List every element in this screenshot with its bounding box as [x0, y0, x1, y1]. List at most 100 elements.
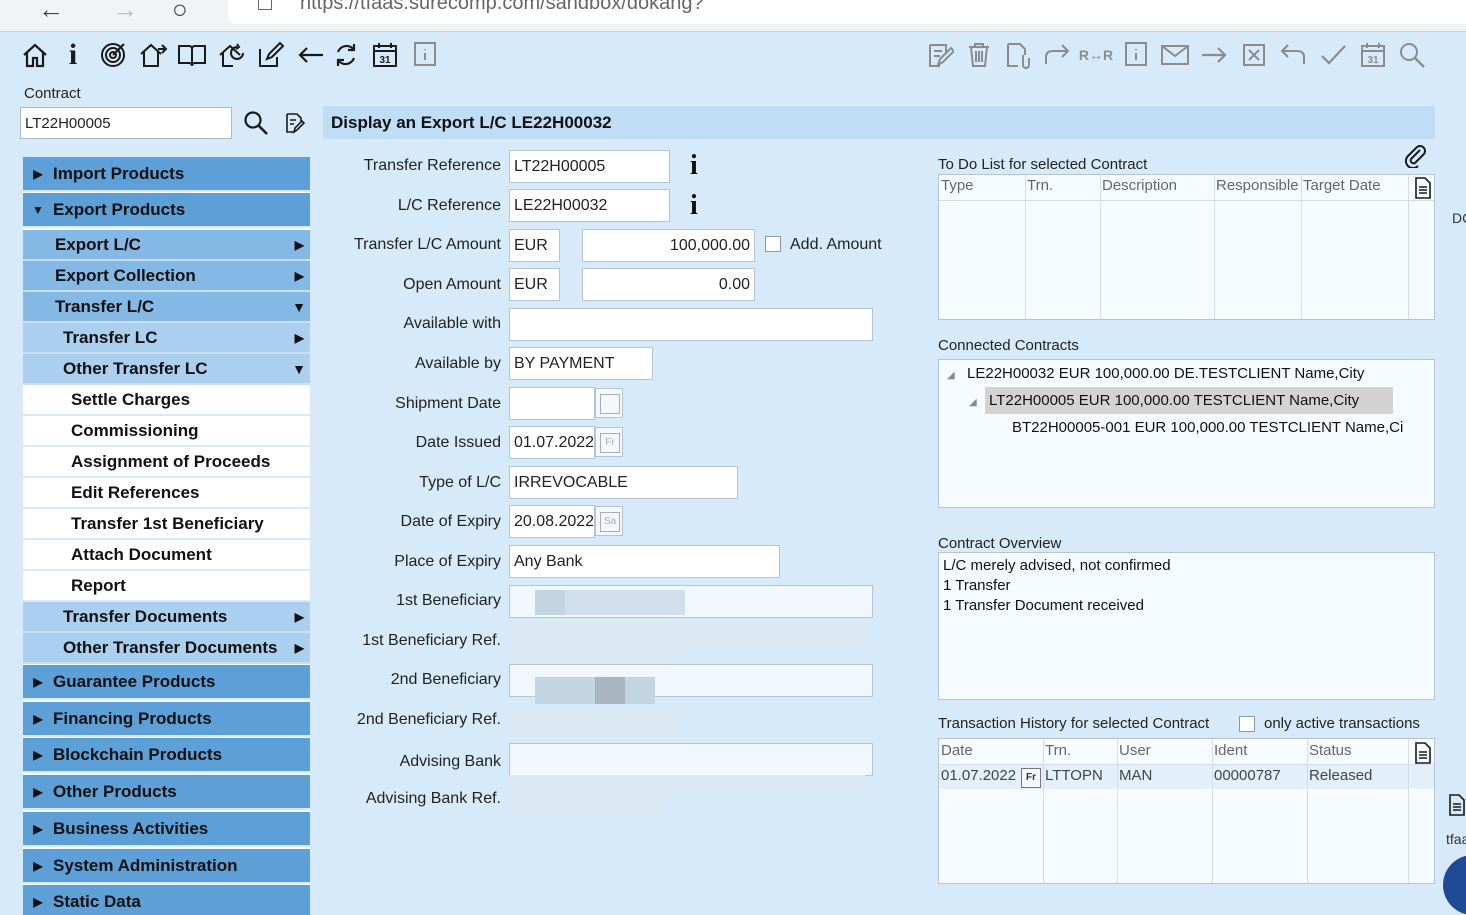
sidebar-item-edit-references[interactable]: Edit References [23, 478, 310, 509]
date-of-expiry-field[interactable]: 20.08.2022 [509, 505, 595, 538]
swap-icon[interactable]: R↔R [1079, 40, 1113, 70]
info-icon[interactable]: i [58, 38, 88, 71]
shipment-date-calendar-icon[interactable] [595, 388, 623, 418]
calendar-icon[interactable]: 31 [370, 40, 400, 70]
chat-bubble-icon[interactable] [1443, 855, 1466, 915]
contract-input[interactable] [20, 107, 232, 139]
back-arrow-icon[interactable]: ← [38, 0, 64, 25]
todo-col-type[interactable]: Type [941, 177, 974, 194]
forward-share-icon[interactable] [1042, 40, 1072, 70]
available-with-field[interactable] [509, 308, 873, 341]
paperclip-icon[interactable] [1402, 142, 1428, 170]
sidebar-item-transfer-lc-sub[interactable]: Transfer LC ▶ [23, 323, 310, 354]
table-row[interactable]: 01.07.2022 Fr LTTOPN MAN 00000787 Releas… [939, 765, 1434, 789]
document-edit-icon[interactable] [284, 112, 306, 134]
transfer-amount-field[interactable]: 100,000.00 [582, 229, 755, 262]
place-of-expiry-field[interactable]: Any Bank [509, 545, 780, 578]
info-box-icon[interactable] [410, 40, 440, 70]
sidebar-item-export-lc[interactable]: Export L/C ▶ [23, 230, 310, 261]
sidebar-item-export-products[interactable]: ▼ Export Products [23, 193, 310, 228]
sidebar-item-transfer-1st-beneficiary[interactable]: Transfer 1st Beneficiary [23, 509, 310, 540]
date-issued-field[interactable]: 01.07.2022 [509, 426, 595, 459]
history-col-ident[interactable]: Ident [1214, 742, 1247, 759]
sidebar-item-import-products[interactable]: ▶ Import Products [23, 157, 310, 192]
history-col-status[interactable]: Status [1309, 742, 1352, 759]
sidebar-item-blockchain-products[interactable]: ▶ Blockchain Products [23, 738, 310, 773]
history-col-date[interactable]: Date [941, 742, 973, 759]
sidebar-item-settle-charges[interactable]: Settle Charges [23, 385, 310, 416]
info-icon[interactable]: i [690, 190, 698, 222]
add-amount-checkbox[interactable] [765, 236, 781, 252]
available-by-field[interactable]: BY PAYMENT [509, 347, 653, 380]
tree-expand-icon[interactable]: ◢ [969, 397, 977, 408]
open-amount-field[interactable]: 0.00 [582, 268, 755, 301]
arrow-right-icon[interactable] [1199, 40, 1229, 70]
sidebar-item-commissioning[interactable]: Commissioning [23, 416, 310, 447]
history-col-trn[interactable]: Trn. [1045, 742, 1071, 759]
forward-arrow-icon[interactable]: → [112, 0, 138, 25]
search-icon[interactable] [243, 110, 269, 136]
sidebar-item-other-products[interactable]: ▶ Other Products [23, 775, 310, 810]
sidebar-item-report[interactable]: Report [23, 571, 310, 602]
advising-bank-field[interactable] [509, 743, 873, 776]
info-icon[interactable]: i [690, 150, 698, 182]
sidebar-item-financing-products[interactable]: ▶ Financing Products [23, 702, 310, 737]
only-active-checkbox[interactable] [1239, 716, 1255, 732]
lc-reference-field[interactable]: LE22H00032 [509, 189, 670, 222]
url-text[interactable]: https://tfaas.surecomp.com/sandbox/dokan… [300, 0, 704, 15]
house-refresh-icon[interactable] [217, 40, 247, 70]
document-icon[interactable] [1448, 794, 1466, 816]
date-issued-calendar-icon[interactable]: Fr [595, 427, 623, 457]
sidebar-item-system-administration[interactable]: ▶ System Administration [23, 849, 310, 884]
book-icon[interactable] [177, 40, 207, 70]
back-icon[interactable] [296, 40, 326, 70]
tree-item[interactable]: BT22H00005-001 EUR 100,000.00 TESTCLIENT… [1012, 419, 1432, 436]
todo-col-trn[interactable]: Trn. [1027, 177, 1053, 194]
checkmark-icon[interactable] [1318, 40, 1348, 70]
sidebar-item-export-collection[interactable]: Export Collection ▶ [23, 261, 310, 292]
target-icon[interactable] [98, 40, 128, 70]
house-export-icon[interactable] [138, 40, 168, 70]
edit-document-icon[interactable] [925, 40, 955, 70]
tree-expand-icon[interactable]: ◢ [947, 370, 955, 381]
first-beneficiary-ref-field[interactable] [509, 618, 865, 645]
close-box-icon[interactable] [1239, 40, 1269, 70]
export-document-icon[interactable] [1413, 177, 1433, 199]
magnifier-icon[interactable] [1397, 40, 1427, 70]
todo-col-description[interactable]: Description [1102, 177, 1177, 194]
second-beneficiary-ref-field[interactable] [509, 706, 685, 738]
shipment-date-field[interactable] [509, 387, 595, 420]
calendar-icon-right[interactable]: 31 [1358, 40, 1388, 70]
site-info-icon[interactable] [258, 0, 272, 10]
open-amount-currency[interactable]: EUR [509, 268, 560, 301]
info-box-icon-right[interactable] [1121, 40, 1151, 70]
sidebar-item-assignment-of-proceeds[interactable]: Assignment of Proceeds [23, 447, 310, 478]
sidebar-item-static-data[interactable]: ▶ Static Data [23, 885, 310, 915]
sidebar-item-attach-document[interactable]: Attach Document [23, 540, 310, 571]
todo-col-target-date[interactable]: Target Date [1303, 177, 1381, 194]
tree-item-selected[interactable]: LT22H00005 EUR 100,000.00 TESTCLIENT Nam… [989, 392, 1359, 409]
sidebar-item-transfer-lc[interactable]: Transfer L/C ▼ [23, 292, 310, 323]
sidebar-item-other-transfer-lc[interactable]: Other Transfer LC ▼ [23, 354, 310, 385]
refresh-icon[interactable] [331, 40, 361, 70]
trash-icon[interactable] [964, 40, 994, 70]
history-col-user[interactable]: User [1119, 742, 1151, 759]
attach-document-icon[interactable] [1003, 40, 1033, 70]
advising-bank-ref-field[interactable] [509, 797, 669, 815]
export-document-icon[interactable] [1413, 742, 1433, 764]
reload-icon[interactable]: ○ [172, 0, 188, 25]
transfer-reference-field[interactable]: LT22H00005 [509, 150, 670, 183]
transfer-amount-currency[interactable]: EUR [509, 229, 560, 262]
todo-col-responsible[interactable]: Responsible [1216, 177, 1300, 194]
mail-icon[interactable] [1160, 40, 1190, 70]
undo-icon[interactable] [1278, 40, 1308, 70]
sidebar-item-other-transfer-documents[interactable]: Other Transfer Documents ▶ [23, 633, 310, 664]
home-icon[interactable] [20, 40, 50, 70]
date-of-expiry-calendar-icon[interactable]: Sa [595, 506, 623, 536]
tree-item[interactable]: LE22H00032 EUR 100,000.00 DE.TESTCLIENT … [967, 365, 1364, 382]
sidebar-item-transfer-documents[interactable]: Transfer Documents ▶ [23, 602, 310, 633]
type-of-lc-field[interactable]: IRREVOCABLE [509, 466, 738, 499]
sidebar-item-business-activities[interactable]: ▶ Business Activities [23, 812, 310, 847]
sidebar-item-guarantee-products[interactable]: ▶ Guarantee Products [23, 665, 310, 700]
edit-icon[interactable] [256, 40, 286, 70]
